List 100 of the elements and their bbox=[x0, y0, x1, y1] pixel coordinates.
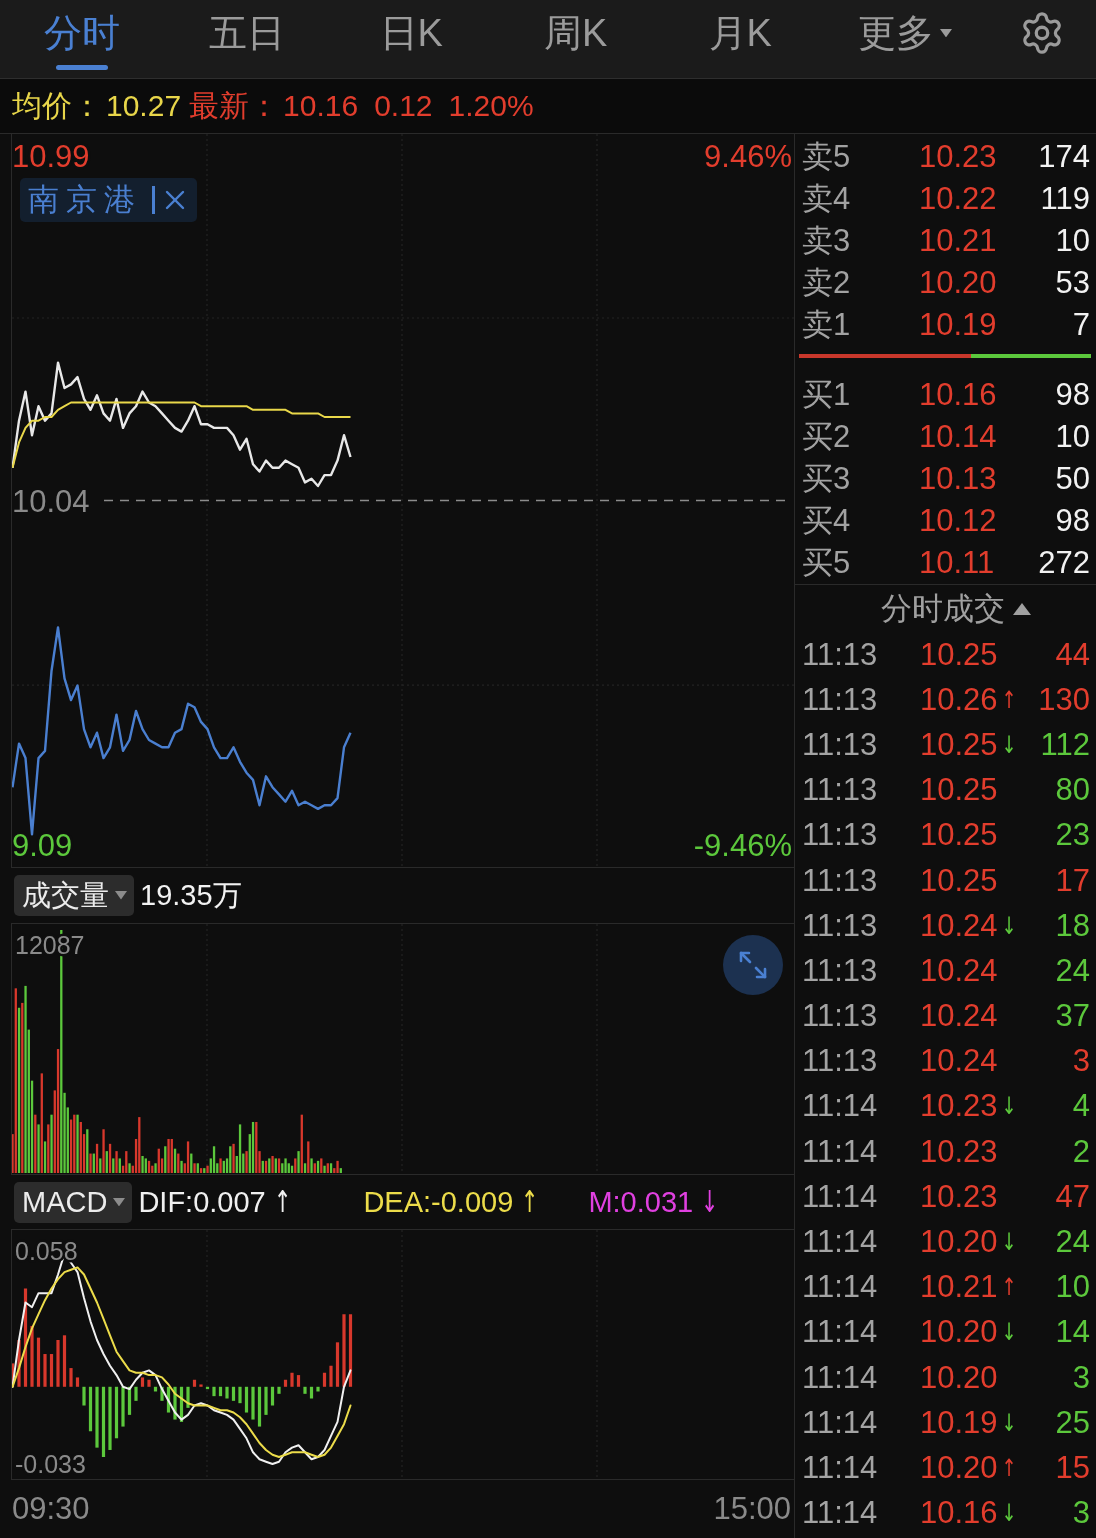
trade-price: 10.21 bbox=[920, 1269, 998, 1306]
tick-arrow: ↓ bbox=[1001, 1320, 1017, 1345]
ask-level-label: 卖4 bbox=[802, 180, 852, 218]
trade-volume: 37 bbox=[1055, 998, 1090, 1035]
trade-volume: 18 bbox=[1055, 907, 1090, 944]
trade-price: 10.16 bbox=[920, 1495, 998, 1532]
trade-price: 10.19 bbox=[920, 1404, 998, 1441]
trade-volume: 3 bbox=[1072, 1043, 1090, 1080]
trade-volume: 47 bbox=[1055, 1178, 1090, 1215]
trade-volume: 112 bbox=[1040, 726, 1090, 763]
trade-volume: 2 bbox=[1072, 1133, 1090, 1170]
trend-arrow: ↓ bbox=[700, 1187, 719, 1217]
ask-volume: 119 bbox=[1040, 181, 1090, 217]
macd-axis-label: 0.058 bbox=[15, 1237, 78, 1266]
trade-time: 11:13 bbox=[802, 772, 879, 809]
trade-price: 10.20 bbox=[920, 1359, 998, 1396]
ask-level-label: 卖2 bbox=[802, 264, 852, 302]
quote-value: 10.27 bbox=[106, 89, 182, 123]
trade-price: 10.23 bbox=[920, 1088, 998, 1125]
comparison-stock-name: 南京港 bbox=[28, 181, 142, 219]
ask-level-label: 卖5 bbox=[802, 138, 852, 176]
quote-value: 10.16 bbox=[283, 89, 359, 123]
volume-total: 19.35万 bbox=[140, 877, 242, 913]
trade-volume: 4 bbox=[1072, 1088, 1090, 1125]
trade-time: 11:13 bbox=[802, 907, 879, 944]
trade-volume: 25 bbox=[1055, 1404, 1090, 1441]
bid-volume: 272 bbox=[1038, 545, 1090, 581]
bid-price: 10.14 bbox=[919, 419, 998, 455]
bid-price: 10.12 bbox=[919, 503, 998, 539]
trade-time: 11:13 bbox=[802, 726, 879, 763]
trade-price: 10.25 bbox=[920, 817, 998, 854]
trend-arrow: ↑ bbox=[521, 1187, 539, 1217]
quote-value: 1.20% bbox=[448, 89, 534, 123]
trade-time: 11:13 bbox=[802, 817, 879, 854]
trade-volume: 24 bbox=[1055, 952, 1090, 989]
tick-arrow: ↓ bbox=[1001, 732, 1017, 757]
trade-time: 11:14 bbox=[802, 1495, 879, 1532]
bid-price: 10.16 bbox=[919, 377, 998, 413]
bid-volume: 10 bbox=[1055, 419, 1090, 455]
trade-volume: 3 bbox=[1072, 1359, 1090, 1396]
trade-time: 11:14 bbox=[802, 1314, 879, 1351]
bid-price: 10.13 bbox=[919, 461, 998, 497]
ask-price: 10.21 bbox=[919, 223, 998, 259]
ask-volume: 53 bbox=[1055, 265, 1090, 301]
quote-label: 最新： bbox=[189, 87, 280, 124]
bid-level-label: 买1 bbox=[802, 376, 852, 414]
trade-time: 11:13 bbox=[802, 636, 879, 673]
trade-volume: 130 bbox=[1038, 681, 1090, 718]
tick-arrow: ↓ bbox=[1001, 1094, 1017, 1119]
ask-price: 10.22 bbox=[919, 181, 998, 217]
trade-time: 11:13 bbox=[802, 681, 879, 718]
tick-arrow: ↓ bbox=[1001, 1501, 1017, 1526]
trend-arrow: ↑ bbox=[273, 1187, 292, 1217]
macd-readout: M:0.031 bbox=[588, 1185, 694, 1219]
trade-time: 11:14 bbox=[802, 1224, 879, 1261]
ask-price: 10.20 bbox=[919, 265, 998, 301]
trade-time: 11:13 bbox=[802, 862, 879, 899]
trade-volume: 80 bbox=[1055, 772, 1090, 809]
ask-price: 10.19 bbox=[919, 307, 998, 343]
trade-volume: 17 bbox=[1055, 862, 1090, 899]
ask-volume: 174 bbox=[1038, 139, 1090, 175]
tick-arrow: ↑ bbox=[1001, 1455, 1017, 1480]
macd-readout: DIF:0.007 bbox=[138, 1185, 266, 1219]
trade-price: 10.20 bbox=[920, 1224, 998, 1261]
bid-level-label: 买4 bbox=[802, 502, 852, 540]
ask-level-label: 卖1 bbox=[802, 306, 852, 344]
bid-level-label: 买3 bbox=[802, 460, 852, 498]
trade-time: 11:13 bbox=[802, 952, 879, 989]
trade-price: 10.23 bbox=[920, 1178, 998, 1215]
trade-time: 11:14 bbox=[802, 1133, 879, 1170]
trade-time: 11:14 bbox=[802, 1269, 879, 1306]
bid-volume: 50 bbox=[1055, 461, 1090, 497]
macd-axis-label: -0.033 bbox=[15, 1450, 86, 1478]
tick-arrow: ↑ bbox=[1001, 1275, 1017, 1300]
trade-volume: 14 bbox=[1055, 1314, 1090, 1351]
trade-time: 11:14 bbox=[802, 1449, 879, 1486]
trade-price: 10.26 bbox=[920, 681, 998, 718]
tick-arrow: ↑ bbox=[1001, 687, 1017, 712]
trade-time: 11:13 bbox=[802, 1043, 879, 1080]
trade-price: 10.24 bbox=[920, 952, 998, 989]
price-axis-label: 10.99 bbox=[12, 138, 90, 174]
ask-level-label: 卖3 bbox=[802, 222, 852, 260]
trade-price: 10.25 bbox=[920, 636, 998, 673]
bid-level-label: 买5 bbox=[802, 544, 852, 582]
tick-arrow: ↓ bbox=[1001, 913, 1017, 938]
trade-price: 10.23 bbox=[920, 1133, 998, 1170]
trade-volume: 24 bbox=[1055, 1224, 1090, 1261]
trade-time: 11:14 bbox=[802, 1088, 879, 1125]
trade-price: 10.24 bbox=[920, 907, 998, 944]
trade-price: 10.25 bbox=[920, 862, 998, 899]
quote-label: 均价： bbox=[12, 87, 102, 124]
ask-volume: 10 bbox=[1055, 223, 1090, 259]
trade-price: 10.20 bbox=[920, 1449, 998, 1486]
trade-price: 10.20 bbox=[920, 1314, 998, 1351]
ask-price: 10.23 bbox=[919, 139, 998, 175]
tick-arrow: ↓ bbox=[1001, 1230, 1017, 1255]
reference-price-label: 10.04 bbox=[12, 483, 90, 519]
macd-readout: DEA:-0.009 bbox=[363, 1185, 514, 1219]
trade-price: 10.25 bbox=[920, 772, 998, 809]
trade-price: 10.24 bbox=[920, 998, 998, 1035]
